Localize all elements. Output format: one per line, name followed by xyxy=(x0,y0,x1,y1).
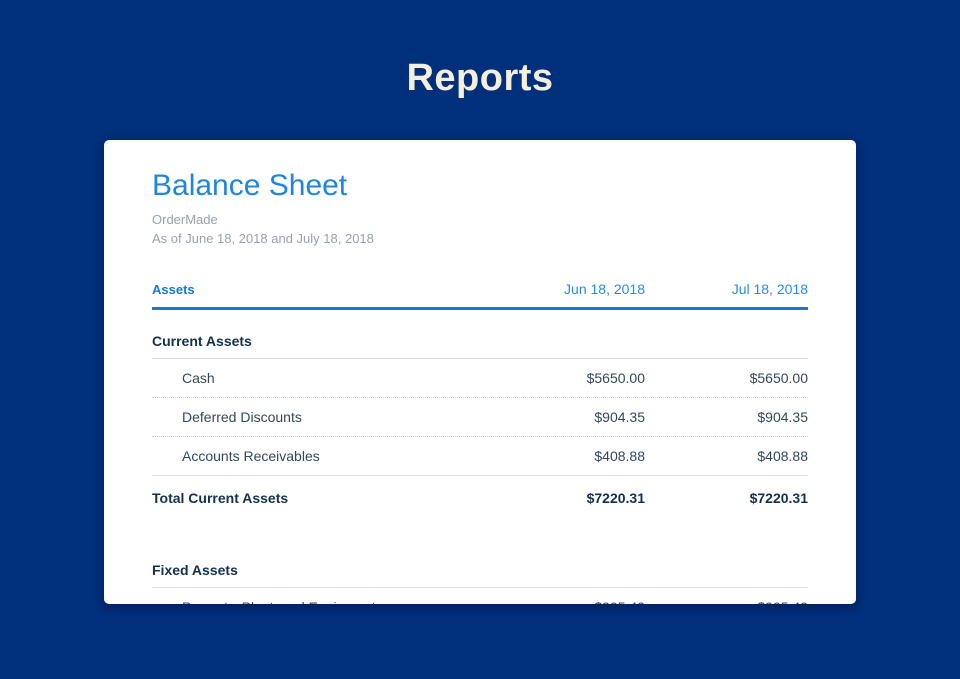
report-date-range: As of June 18, 2018 and July 18, 2018 xyxy=(152,231,374,246)
total-amount-jun: $7220.31 xyxy=(586,490,645,506)
column-header-jun-18-2018: Jun 18, 2018 xyxy=(564,281,645,297)
row-amount-jul: $995.49 xyxy=(645,599,808,604)
table-row-property-plant-equipment: Property, Plant, and Equipment $995.49 $… xyxy=(152,588,808,604)
row-amount-jun: $408.88 xyxy=(594,448,645,464)
balance-sheet-card: Balance Sheet OrderMade As of June 18, 2… xyxy=(104,140,856,604)
table-header-row: Assets Jun 18, 2018 Jul 18, 2018 xyxy=(152,281,808,310)
balance-sheet-table: Assets Jun 18, 2018 Jul 18, 2018 Current… xyxy=(152,281,808,604)
table-row-accounts-receivables: Accounts Receivables $408.88 $408.88 xyxy=(152,437,808,476)
row-amount-jun: $995.49 xyxy=(482,599,645,604)
row-amount-jun: $5650.00 xyxy=(586,370,645,386)
row-label: Deferred Discounts xyxy=(182,409,302,425)
row-amount-jul: $5650.00 xyxy=(749,370,808,386)
report-title: Balance Sheet xyxy=(152,169,348,202)
row-label: Property, Plant, and Equipment xyxy=(152,599,482,604)
table-row-total-current-assets: Total Current Assets $7220.31 $7220.31 xyxy=(152,476,808,520)
table-row-cash: Cash $5650.00 $5650.00 xyxy=(152,359,808,398)
row-label: Accounts Receivables xyxy=(182,448,320,464)
page-title: Reports xyxy=(406,57,554,99)
column-header-assets: Assets xyxy=(152,282,195,297)
row-amount-jul: $904.35 xyxy=(757,409,808,425)
total-amount-jul: $7220.31 xyxy=(749,490,808,506)
page-background: Reports Balance Sheet OrderMade As of Ju… xyxy=(0,0,960,679)
section-header-fixed-assets: Fixed Assets xyxy=(152,520,808,588)
table-row-deferred-discounts: Deferred Discounts $904.35 $904.35 xyxy=(152,398,808,437)
row-amount-jul: $408.88 xyxy=(757,448,808,464)
section-header-current-assets: Current Assets xyxy=(152,310,808,359)
column-header-jul-18-2018: Jul 18, 2018 xyxy=(731,281,808,297)
row-label: Cash xyxy=(182,370,215,386)
total-label: Total Current Assets xyxy=(152,490,289,506)
report-company-name: OrderMade xyxy=(152,212,218,227)
row-amount-jun: $904.35 xyxy=(594,409,645,425)
